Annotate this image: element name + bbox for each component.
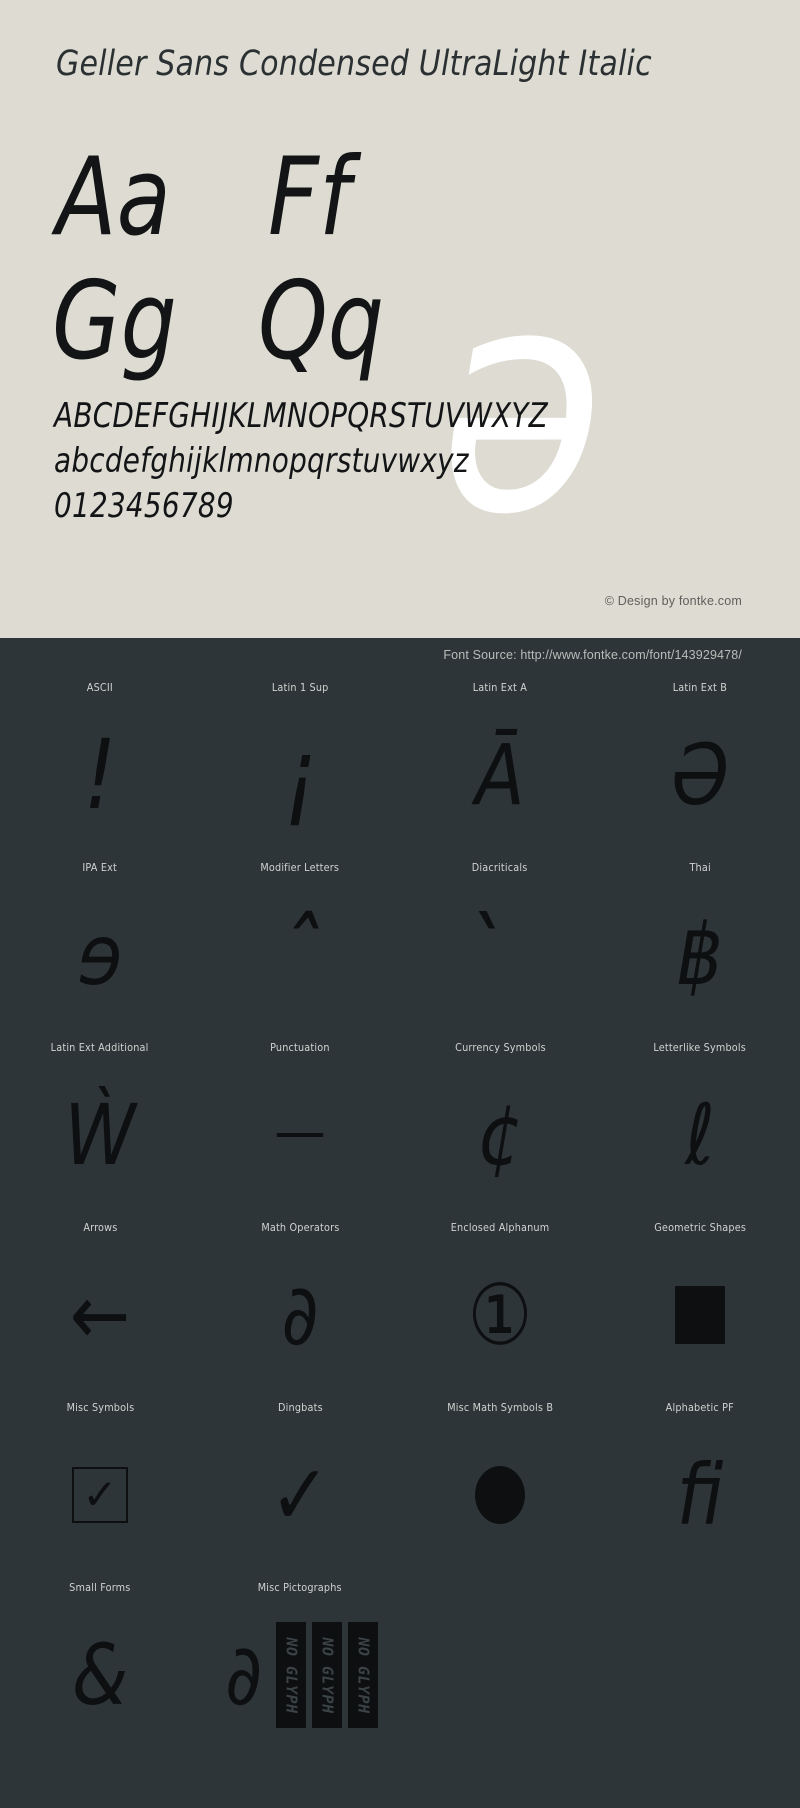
unicode-block-label: Misc Pictographs bbox=[257, 1581, 343, 1594]
unicode-block-cell[interactable]: ASCII! bbox=[0, 676, 200, 856]
unicode-block-cell[interactable]: Misc Pictographs ∂ NO GLYPH NO GLYPH NO GLYP… bbox=[200, 1576, 400, 1756]
unicode-block-label: Diacriticals bbox=[472, 861, 528, 874]
unicode-block-label: Misc Symbols bbox=[66, 1401, 134, 1414]
letter-pair-showcase: Aa Ff Gg Qq ə bbox=[0, 128, 800, 558]
unicode-block-sample-glyph bbox=[414, 1414, 586, 1576]
unicode-block-sample-glyph: ← bbox=[69, 1266, 131, 1364]
unicode-block-label: Small Forms bbox=[69, 1581, 131, 1594]
unicode-block-grid: ASCII! Latin 1 Sup ¡ Latin Ext A Ā Latin Ext … bbox=[0, 676, 800, 1756]
unicode-block-label: Dingbats bbox=[277, 1401, 323, 1414]
no-glyph-box: NO GLYPH bbox=[347, 1622, 378, 1728]
unicode-block-cell[interactable]: Small Forms & bbox=[0, 1576, 200, 1756]
unicode-block-label: Math Operators bbox=[260, 1221, 340, 1234]
unicode-block-label: Latin Ext B bbox=[672, 681, 728, 694]
unicode-block-sample-glyph: ! bbox=[83, 719, 117, 831]
numerals: 0123456789 bbox=[54, 486, 234, 526]
unicode-block-sample-glyph bbox=[614, 1234, 786, 1396]
unicode-block-label: Thai bbox=[689, 861, 711, 874]
unicode-block-cell[interactable]: Misc Math Symbols B bbox=[400, 1396, 600, 1576]
unicode-block-label: Currency Symbols bbox=[454, 1041, 546, 1054]
filled-square-glyph bbox=[675, 1286, 725, 1344]
unicode-block-label: Latin 1 Sup bbox=[271, 681, 329, 694]
unicode-block-sample-glyph: ̀ bbox=[414, 874, 586, 1036]
unicode-block-sample-glyph: ℓ bbox=[685, 1086, 715, 1184]
unicode-block-sample-glyph: Ẁ bbox=[64, 1086, 136, 1184]
unicode-block-cell[interactable]: Geometric Shapes bbox=[600, 1216, 800, 1396]
copyright-credit: © Design by fontke.com bbox=[604, 594, 742, 608]
specimen-panel: Geller Sans Condensed UltraLight Italic … bbox=[0, 0, 800, 638]
letter-pair-ff: Ff bbox=[268, 135, 351, 260]
unicode-block-sample-glyph: ① bbox=[467, 1266, 533, 1364]
unicode-block-label: Misc Math Symbols B bbox=[447, 1401, 553, 1414]
unicode-block-cell[interactable]: Math Operators ∂ bbox=[200, 1216, 400, 1396]
unicode-block-label: Geometric Shapes bbox=[654, 1221, 746, 1234]
no-glyph-group: ∂ NO GLYPH NO GLYPH NO GLYPH bbox=[222, 1622, 378, 1728]
unicode-block-cell[interactable]: Latin Ext B Ə bbox=[600, 676, 800, 856]
unicode-block-cell[interactable]: Enclosed Alphanum ① bbox=[400, 1216, 600, 1396]
unicode-block-cell[interactable]: Latin 1 Sup ¡ bbox=[200, 676, 400, 856]
unicode-block-cell[interactable]: Modifier Letters ˆ bbox=[200, 856, 400, 1036]
unicode-block-cell[interactable]: Misc Symbols ✓ bbox=[0, 1396, 200, 1576]
no-glyph-label: NO GLYPH bbox=[354, 1636, 373, 1714]
no-glyph-box: NO GLYPH bbox=[275, 1622, 306, 1728]
unicode-block-label: Alphabetic PF bbox=[665, 1401, 735, 1414]
unicode-block-sample-glyph: Ə bbox=[671, 726, 729, 824]
alphabet-block: ABCDEFGHIJKLMNOPQRSTUVWXYZ abcdefghijklm… bbox=[54, 394, 774, 529]
uppercase-alphabet: ABCDEFGHIJKLMNOPQRSTUVWXYZ bbox=[54, 396, 548, 436]
partial-derivative-glyph: ∂ bbox=[225, 1626, 263, 1724]
unicode-block-sample-glyph bbox=[214, 1054, 386, 1216]
glyph-map-panel: Font Source: http://www.fontke.com/font/… bbox=[0, 638, 800, 1808]
unicode-block-sample-glyph: ฿ bbox=[677, 906, 723, 1004]
unicode-block-sample-glyph: ✓ bbox=[0, 1414, 200, 1576]
unicode-block-label: Punctuation bbox=[270, 1041, 330, 1054]
letter-pair-qq: Qq bbox=[258, 259, 384, 384]
unicode-block-label: Latin Ext A bbox=[472, 681, 528, 694]
unicode-block-sample-glyph: ✓ bbox=[269, 1446, 331, 1544]
unicode-block-cell[interactable]: Thai ฿ bbox=[600, 856, 800, 1036]
unicode-block-label: Letterlike Symbols bbox=[653, 1041, 747, 1054]
ballot-box-check-glyph: ✓ bbox=[72, 1467, 128, 1523]
unicode-block-cell[interactable]: Alphabetic PF ﬁ bbox=[600, 1396, 800, 1576]
unicode-block-label: Arrows bbox=[82, 1221, 118, 1234]
unicode-block-cell[interactable]: Latin Ext A Ā bbox=[400, 676, 600, 856]
filled-circle-glyph bbox=[475, 1466, 525, 1524]
no-glyph-label: NO GLYPH bbox=[318, 1636, 337, 1714]
unicode-block-sample-glyph: ¡ bbox=[283, 719, 317, 831]
unicode-block-sample-glyph: Ā bbox=[475, 726, 525, 824]
unicode-block-cell[interactable]: Letterlike Symbols ℓ bbox=[600, 1036, 800, 1216]
no-glyph-label: NO GLYPH bbox=[282, 1636, 301, 1714]
unicode-block-label: Enclosed Alphanum bbox=[450, 1221, 550, 1234]
unicode-block-cell[interactable]: Latin Ext Additional Ẁ bbox=[0, 1036, 200, 1216]
unicode-block-cell[interactable]: Currency Symbols ¢ bbox=[400, 1036, 600, 1216]
font-title: Geller Sans Condensed UltraLight Italic bbox=[56, 44, 652, 84]
unicode-block-label: ASCII bbox=[86, 681, 114, 694]
no-glyph-box: NO GLYPH bbox=[311, 1622, 342, 1728]
unicode-block-sample-glyph: ¢ bbox=[477, 1086, 523, 1184]
unicode-block-sample-glyph: ∂ NO GLYPH NO GLYPH NO GLYPH bbox=[200, 1594, 400, 1756]
unicode-block-label: Latin Ext Additional bbox=[51, 1041, 149, 1054]
unicode-block-sample-glyph: ˆ bbox=[279, 899, 321, 1011]
unicode-block-label: IPA Ext bbox=[82, 861, 118, 874]
letter-pair-gg: Gg bbox=[52, 259, 177, 384]
unicode-block-sample-glyph: ∂ bbox=[281, 1266, 319, 1364]
unicode-block-sample-glyph: ﬁ bbox=[676, 1446, 724, 1544]
unicode-block-sample-glyph: & bbox=[71, 1626, 129, 1724]
letter-pair-aa: Aa bbox=[56, 135, 171, 260]
lowercase-alphabet: abcdefghijklmnopqrstuvwxyz bbox=[54, 441, 469, 481]
unicode-block-cell[interactable]: Diacriticals̀ bbox=[400, 856, 600, 1036]
em-dash-glyph bbox=[276, 1133, 324, 1137]
unicode-block-sample-glyph: ɘ bbox=[77, 906, 123, 1004]
unicode-block-cell[interactable]: IPA Ext ɘ bbox=[0, 856, 200, 1036]
unicode-block-cell[interactable]: Dingbats ✓ bbox=[200, 1396, 400, 1576]
unicode-block-label: Modifier Letters bbox=[260, 861, 340, 874]
unicode-block-cell[interactable]: Arrows ← bbox=[0, 1216, 200, 1396]
font-source-link[interactable]: Font Source: http://www.fontke.com/font/… bbox=[443, 648, 742, 662]
unicode-block-cell[interactable]: Punctuation bbox=[200, 1036, 400, 1216]
